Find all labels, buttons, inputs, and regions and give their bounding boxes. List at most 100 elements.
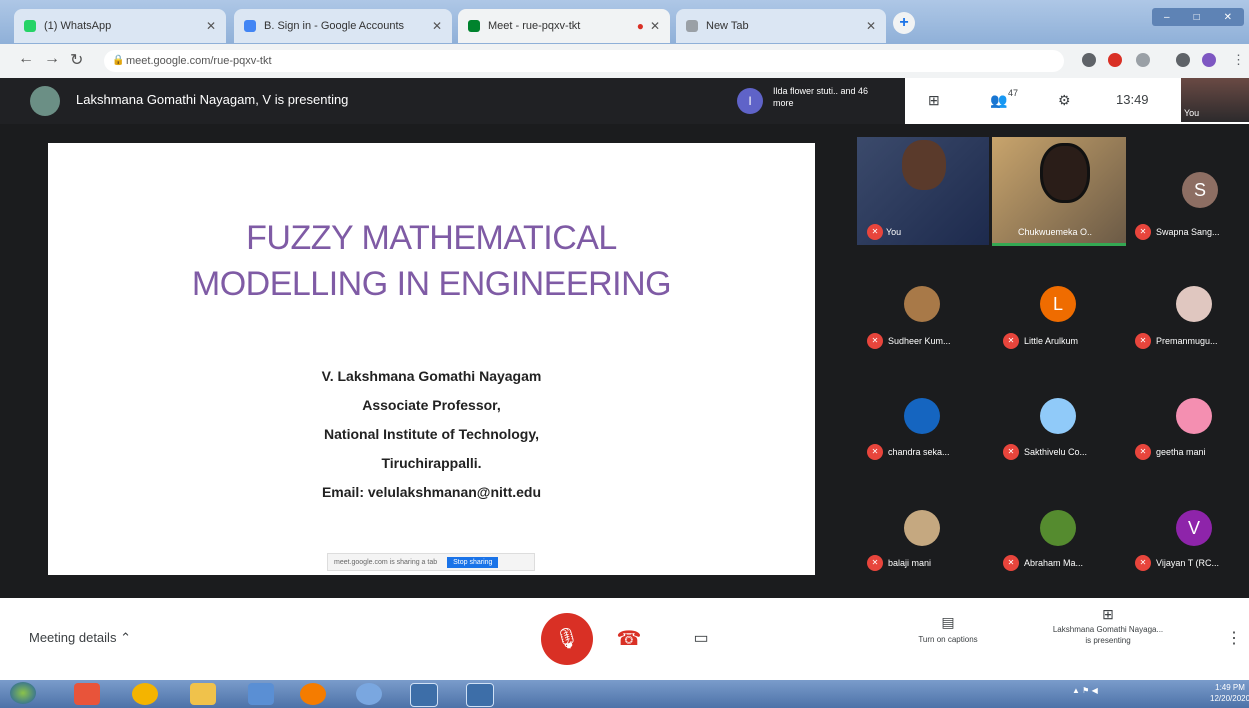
self-view-name: You — [1184, 108, 1200, 118]
camera-permission-icon[interactable] — [1082, 53, 1096, 67]
participant-name: balaji mani — [888, 558, 932, 568]
taskbar-app-icon[interactable] — [410, 683, 438, 707]
extensions-icon[interactable] — [1176, 53, 1190, 67]
taskbar-clock[interactable]: 1:49 PM 12/20/2020 — [1210, 682, 1249, 704]
participant-avatar: V — [1176, 510, 1212, 546]
slide-body: V. Lakshmana Gomathi Nayagam Associate P… — [48, 362, 815, 507]
profile-avatar[interactable] — [1202, 53, 1216, 67]
headset-icon — [1040, 143, 1090, 203]
leave-call-button[interactable]: ☎ — [612, 622, 646, 656]
captions-icon: ▤ — [941, 614, 955, 630]
presenting-label: Lakshmana Gomathi Nayagam, V is presenti… — [76, 92, 349, 107]
participant-name: Chukwuemeka O.. — [1018, 227, 1093, 237]
lock-icon: 🔒 — [112, 55, 125, 66]
browser-menu-icon[interactable]: ⋮ — [1232, 52, 1245, 68]
start-button[interactable] — [10, 682, 36, 704]
more-options-icon[interactable]: ⋮ — [1226, 628, 1242, 648]
participant-avatar: I — [737, 88, 763, 114]
whatsapp-icon — [24, 20, 36, 32]
participant-avatar — [1040, 510, 1076, 546]
layout-icon[interactable]: ⊞ — [928, 92, 940, 109]
recording-indicator-icon[interactable] — [1108, 53, 1122, 67]
participant-name: Vijayan T (RC... — [1156, 558, 1220, 568]
minimize-button[interactable]: – — [1164, 12, 1170, 23]
participant-name: chandra seka... — [888, 447, 950, 457]
participant-name: Swapna Sang... — [1156, 227, 1220, 237]
taskbar-app-icon[interactable] — [466, 683, 494, 707]
tab-title: (1) WhatsApp — [44, 20, 112, 32]
volume-icon[interactable]: ◀ — [1092, 686, 1098, 695]
close-icon[interactable]: ✕ — [206, 19, 216, 33]
mic-muted-icon: ✕ — [1003, 333, 1019, 349]
camera-button[interactable]: ▭ — [684, 622, 718, 656]
tab-whatsapp[interactable]: (1) WhatsApp ✕ — [14, 9, 226, 43]
participant-face — [902, 140, 946, 190]
people-icon[interactable]: 👥 — [990, 92, 1007, 109]
taskbar-date: 12/20/2020 — [1210, 694, 1249, 703]
slide-author: V. Lakshmana Gomathi Nayagam — [321, 368, 542, 384]
tab-meet[interactable]: Meet - rue-pqxv-tkt ● ✕ — [458, 9, 670, 43]
url-text: meet.google.com/rue-pqxv-tkt — [126, 55, 272, 67]
folder-icon[interactable] — [190, 683, 216, 705]
share-bar-text: meet.google.com is sharing a tab — [334, 558, 438, 566]
tab-new-tab[interactable]: New Tab ✕ — [676, 9, 886, 43]
activities-icon[interactable]: ⚙ — [1058, 92, 1071, 109]
forward-arrow-icon[interactable]: → — [44, 50, 60, 68]
mic-muted-icon: ✕ — [867, 333, 883, 349]
close-icon[interactable]: ✕ — [650, 19, 660, 33]
browser-icon[interactable] — [356, 683, 382, 705]
hang-up-icon: ☎ — [616, 628, 642, 650]
close-icon[interactable]: ✕ — [432, 19, 442, 33]
reload-icon[interactable]: ↻ — [70, 50, 83, 70]
participant-name: Premanmugu... — [1156, 336, 1218, 346]
present-label-2: is presenting — [1085, 636, 1131, 645]
flag-icon[interactable]: ⚑ — [1082, 686, 1089, 695]
mic-muted-icon: ✕ — [1135, 555, 1151, 571]
taskbar-app-icon[interactable] — [248, 683, 274, 705]
mic-muted-icon: ✕ — [1135, 333, 1151, 349]
mic-muted-icon: ✕ — [867, 224, 883, 240]
stop-sharing-button[interactable]: Stop sharing — [447, 556, 499, 568]
tab-title: Meet - rue-pqxv-tkt — [488, 20, 581, 32]
presentation-slide — [48, 143, 815, 575]
presenter-avatar — [30, 86, 60, 116]
participant-name: Little Arulkum — [1024, 336, 1079, 346]
media-player-icon[interactable] — [300, 683, 326, 705]
taskbar-app-icon[interactable] — [74, 683, 100, 705]
chrome-icon[interactable] — [132, 683, 158, 705]
presentation-button[interactable]: ⊞ Lakshmana Gomathi Nayaga... is present… — [1018, 607, 1198, 646]
network-icon[interactable]: ▲ — [1072, 686, 1080, 695]
participant-name: geetha mani — [1156, 447, 1206, 457]
close-window-button[interactable]: ✕ — [1224, 12, 1232, 23]
participant-avatar: L — [1040, 286, 1076, 322]
address-bar[interactable]: 🔒 meet.google.com/rue-pqxv-tkt — [104, 50, 1064, 72]
meeting-details-label: Meeting details — [29, 630, 117, 645]
recording-icon: ● — [636, 19, 644, 33]
new-tab-button[interactable]: + — [893, 12, 915, 34]
participants-summary[interactable]: Ilda flower stuti.. and 46 more — [773, 85, 883, 109]
slide-title-line-1: FUZZY MATHEMATICAL — [246, 219, 617, 257]
mic-muted-icon: ✕ — [1003, 555, 1019, 571]
participant-name: Abraham Ma... — [1024, 558, 1084, 568]
participant-avatar — [1176, 286, 1212, 322]
bookmark-star-icon[interactable] — [1136, 53, 1150, 67]
tab-title: New Tab — [706, 20, 749, 32]
tab-google-accounts[interactable]: B. Sign in - Google Accounts ✕ — [234, 9, 452, 43]
captions-button[interactable]: ▤ Turn on captions — [893, 614, 1003, 644]
close-icon[interactable]: ✕ — [866, 19, 876, 33]
mic-off-button[interactable]: 🎙 — [541, 613, 593, 665]
taskbar-time: 1:49 PM — [1215, 683, 1245, 692]
camera-icon: ▭ — [693, 630, 709, 647]
participant-avatar — [904, 510, 940, 546]
back-arrow-icon[interactable]: ← — [18, 50, 34, 68]
slide-email: Email: velulakshmanan@nitt.edu — [321, 484, 542, 500]
participant-name: Sakthivelu Co... — [1024, 447, 1088, 457]
meeting-details-button[interactable]: Meeting details ⌃ — [29, 630, 131, 646]
participant-avatar: S — [1182, 172, 1218, 208]
chevron-up-icon: ⌃ — [120, 630, 131, 645]
participant-avatar — [1176, 398, 1212, 434]
participant-name: You — [886, 227, 902, 237]
new-tab-icon — [686, 20, 698, 32]
system-tray: ▲ ⚑ ◀ — [1072, 686, 1098, 695]
maximize-button[interactable]: □ — [1194, 12, 1200, 23]
